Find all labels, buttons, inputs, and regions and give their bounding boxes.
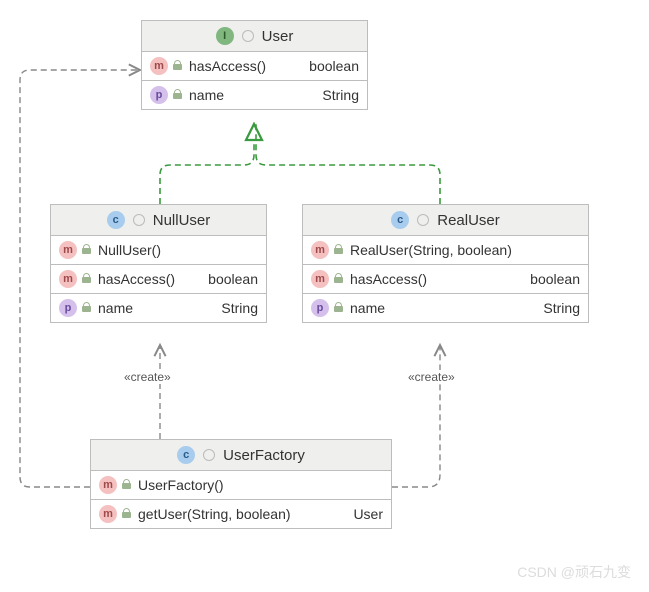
member-row: m hasAccess() boolean bbox=[51, 265, 266, 294]
watermark: CSDN @顽石九变 bbox=[517, 562, 631, 582]
member-row: m getUser(String, boolean) User bbox=[91, 500, 391, 528]
method-icon: m bbox=[150, 57, 168, 75]
class-title: RealUser bbox=[437, 212, 500, 229]
method-icon: m bbox=[59, 270, 77, 288]
class-icon: c bbox=[391, 211, 409, 229]
class-icon: c bbox=[107, 211, 125, 229]
stereotype-create-label: «create» bbox=[408, 370, 455, 384]
stereotype-create-label: «create» bbox=[124, 370, 171, 384]
class-realuser: c RealUser m RealUser(String, boolean) m… bbox=[302, 204, 589, 323]
class-icon: c bbox=[177, 446, 195, 464]
edge-realuser-implements-user bbox=[256, 124, 440, 204]
member-name: hasAccess() bbox=[189, 58, 266, 74]
lock-icon bbox=[172, 59, 183, 73]
member-row: m UserFactory() bbox=[91, 471, 391, 500]
member-type: String bbox=[389, 300, 580, 316]
method-icon: m bbox=[59, 241, 77, 259]
member-type: boolean bbox=[179, 271, 258, 287]
method-icon: m bbox=[311, 241, 329, 259]
member-name: NullUser() bbox=[98, 242, 161, 258]
property-icon: p bbox=[311, 299, 329, 317]
class-title: NullUser bbox=[153, 212, 211, 229]
circle-icon bbox=[242, 30, 254, 42]
property-icon: p bbox=[150, 86, 168, 104]
member-name: getUser(String, boolean) bbox=[138, 506, 291, 522]
member-type: String bbox=[137, 300, 258, 316]
class-realuser-header: c RealUser bbox=[303, 205, 588, 236]
lock-icon bbox=[121, 507, 132, 521]
member-type: String bbox=[228, 87, 359, 103]
method-icon: m bbox=[99, 505, 117, 523]
member-row: p name String bbox=[51, 294, 266, 322]
lock-icon bbox=[81, 243, 92, 257]
member-name: name bbox=[350, 300, 385, 316]
class-userfactory-header: c UserFactory bbox=[91, 440, 391, 471]
member-type: boolean bbox=[431, 271, 580, 287]
class-user: I User m hasAccess() boolean p name Stri… bbox=[141, 20, 368, 110]
member-row: p name String bbox=[142, 81, 367, 109]
property-icon: p bbox=[59, 299, 77, 317]
circle-icon bbox=[417, 214, 429, 226]
member-name: hasAccess() bbox=[350, 271, 427, 287]
class-nulluser-header: c NullUser bbox=[51, 205, 266, 236]
member-name: name bbox=[189, 87, 224, 103]
member-name: hasAccess() bbox=[98, 271, 175, 287]
edge-nulluser-implements-user bbox=[160, 124, 254, 204]
member-row: p name String bbox=[303, 294, 588, 322]
class-title: UserFactory bbox=[223, 447, 305, 464]
lock-icon bbox=[81, 272, 92, 286]
lock-icon bbox=[333, 301, 344, 315]
lock-icon bbox=[333, 243, 344, 257]
class-user-header: I User bbox=[142, 21, 367, 52]
member-name: RealUser(String, boolean) bbox=[350, 242, 512, 258]
edge-factory-create-realuser bbox=[392, 345, 440, 487]
member-name: UserFactory() bbox=[138, 477, 224, 493]
class-title: User bbox=[262, 28, 294, 45]
interface-icon: I bbox=[216, 27, 234, 45]
lock-icon bbox=[333, 272, 344, 286]
class-userfactory: c UserFactory m UserFactory() m getUser(… bbox=[90, 439, 392, 529]
lock-icon bbox=[172, 88, 183, 102]
circle-icon bbox=[203, 449, 215, 461]
member-type: User bbox=[295, 506, 383, 522]
member-name: name bbox=[98, 300, 133, 316]
circle-icon bbox=[133, 214, 145, 226]
method-icon: m bbox=[311, 270, 329, 288]
member-row: m hasAccess() boolean bbox=[142, 52, 367, 81]
lock-icon bbox=[121, 478, 132, 492]
method-icon: m bbox=[99, 476, 117, 494]
member-row: m hasAccess() boolean bbox=[303, 265, 588, 294]
class-nulluser: c NullUser m NullUser() m hasAccess() bo… bbox=[50, 204, 267, 323]
lock-icon bbox=[81, 301, 92, 315]
member-row: m RealUser(String, boolean) bbox=[303, 236, 588, 265]
member-type: boolean bbox=[270, 58, 359, 74]
member-row: m NullUser() bbox=[51, 236, 266, 265]
